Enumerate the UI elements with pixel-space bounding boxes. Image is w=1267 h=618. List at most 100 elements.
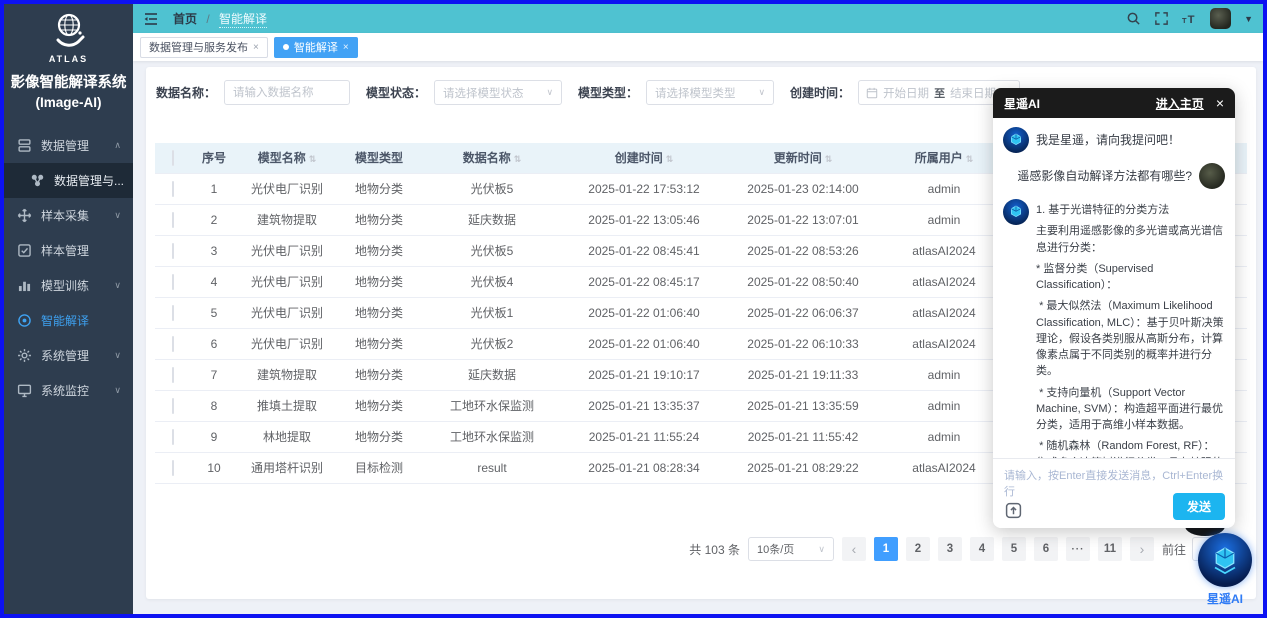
font-size-icon[interactable]: TT	[1182, 11, 1197, 26]
row-checkbox[interactable]	[172, 243, 174, 259]
table-cell: 光伏电厂识别	[237, 173, 337, 204]
table-cell: atlasAI2024	[881, 328, 1007, 359]
goto-label: 前往	[1162, 541, 1186, 558]
next-page-button[interactable]: ›	[1130, 537, 1154, 561]
table-cell: 地物分类	[337, 390, 421, 421]
sidebar-item-ai-interpret[interactable]: 智能解译	[4, 303, 133, 338]
page-button-6[interactable]: 6	[1034, 537, 1058, 561]
column-header[interactable]: 创建时间⇅	[563, 143, 725, 173]
row-checkbox[interactable]	[172, 429, 174, 445]
chevron-down-icon: ∨	[546, 87, 553, 98]
table-cell: admin	[881, 390, 1007, 421]
table-cell: 地物分类	[337, 297, 421, 328]
prev-page-button[interactable]: ‹	[842, 537, 866, 561]
column-header[interactable]: 更新时间⇅	[725, 143, 881, 173]
page-button-11[interactable]: 11	[1098, 537, 1122, 561]
row-checkbox[interactable]	[172, 305, 174, 321]
fullscreen-icon[interactable]	[1154, 11, 1169, 26]
chat-home-link[interactable]: 进入主页	[1156, 95, 1204, 112]
sort-icon[interactable]: ⇅	[825, 154, 833, 164]
table-cell: 2025-01-21 19:11:33	[725, 359, 881, 390]
model-status-select[interactable]: 请选择模型状态 ∨	[434, 80, 562, 105]
table-cell: 2025-01-21 08:29:22	[725, 452, 881, 483]
chat-input-area[interactable]: 请输入，按Enter直接发送消息，Ctrl+Enter换行 发送	[993, 458, 1235, 528]
message-text: 我是星遥，请向我提问吧！	[1036, 127, 1180, 153]
close-icon[interactable]: ×	[343, 42, 349, 53]
sidebar-item-data-service[interactable]: 数据管理与...	[4, 163, 133, 198]
close-icon[interactable]: ×	[253, 42, 259, 53]
table-cell: 建筑物提取	[237, 359, 337, 390]
chevron-down-icon: ∨	[758, 87, 765, 98]
page-button-3[interactable]: 3	[938, 537, 962, 561]
row-checkbox-cell	[155, 328, 191, 359]
filter-bar: 数据名称： 模型状态： 请选择模型状态 ∨ 模型类型： 请选择模型类型 ∨ 创建…	[156, 80, 1020, 105]
table-cell: 2	[191, 204, 237, 235]
select-all-checkbox[interactable]	[172, 150, 174, 166]
user-message: 遥感影像自动解译方法都有哪些?	[1003, 163, 1225, 189]
row-checkbox[interactable]	[172, 398, 174, 414]
upload-file-icon[interactable]	[1005, 502, 1022, 519]
table-cell: 10	[191, 452, 237, 483]
topbar-actions: TT ▼	[1126, 8, 1253, 29]
sidebar-item-model-train[interactable]: 模型训练∨	[4, 268, 133, 303]
table-cell: 4	[191, 266, 237, 297]
column-header[interactable]: 数据名称⇅	[421, 143, 563, 173]
row-checkbox[interactable]	[172, 212, 174, 228]
sidebar-item-sample-manage[interactable]: 样本管理	[4, 233, 133, 268]
user-avatar[interactable]	[1210, 8, 1231, 29]
sidebar-item-system-monitor[interactable]: 系统监控∨	[4, 373, 133, 408]
sidebar-item-system-manage[interactable]: 系统管理∨	[4, 338, 133, 373]
table-cell: 地物分类	[337, 328, 421, 359]
row-checkbox[interactable]	[172, 274, 174, 290]
table-cell: admin	[881, 204, 1007, 235]
table-cell: 2025-01-21 11:55:42	[725, 421, 881, 452]
caret-down-icon[interactable]: ▼	[1244, 14, 1253, 24]
page-button-5[interactable]: 5	[1002, 537, 1026, 561]
menu-collapse-icon[interactable]	[143, 11, 159, 27]
sort-icon[interactable]: ⇅	[666, 154, 674, 164]
sort-icon[interactable]: ⇅	[514, 154, 522, 164]
table-cell: 5	[191, 297, 237, 328]
tab-2[interactable]: 智能解译×	[274, 37, 358, 58]
table-cell: atlasAI2024	[881, 266, 1007, 297]
column-header[interactable]: 所属用户⇅	[881, 143, 1007, 173]
sidebar-item-label: 智能解译	[41, 312, 89, 329]
data-name-input[interactable]	[224, 80, 350, 105]
table-cell: admin	[881, 173, 1007, 204]
sidebar-item-label: 系统监控	[41, 382, 89, 399]
more-pages-button[interactable]: ···	[1066, 537, 1090, 561]
tab-1[interactable]: 数据管理与服务发布×	[140, 37, 268, 58]
sort-icon[interactable]: ⇅	[966, 154, 974, 164]
page-button-1[interactable]: 1	[874, 537, 898, 561]
bot-message: 我是星遥，请向我提问吧！	[1003, 127, 1225, 153]
send-button[interactable]: 发送	[1173, 493, 1225, 520]
close-icon[interactable]: ×	[1216, 96, 1224, 110]
breadcrumb-current[interactable]: 智能解译	[219, 12, 267, 28]
chat-header: 星遥AI 进入主页 ×	[993, 88, 1235, 118]
floating-ai-assistant[interactable]: 星遥AI	[1193, 533, 1257, 607]
app-title-line1: 影像智能解译系统	[4, 74, 133, 94]
column-header[interactable]: 模型名称⇅	[237, 143, 337, 173]
tab-bar: 数据管理与服务发布× 智能解译×	[133, 33, 1263, 61]
page-button-2[interactable]: 2	[906, 537, 930, 561]
page-button-4[interactable]: 4	[970, 537, 994, 561]
data-name-label: 数据名称：	[156, 84, 216, 101]
search-icon[interactable]	[1126, 11, 1141, 26]
breadcrumb-separator: /	[206, 12, 209, 26]
row-checkbox[interactable]	[172, 336, 174, 352]
sidebar-item-data-manage[interactable]: 数据管理∧	[4, 128, 133, 163]
row-checkbox[interactable]	[172, 181, 174, 197]
model-type-select[interactable]: 请选择模型类型 ∨	[646, 80, 774, 105]
row-checkbox[interactable]	[172, 460, 174, 476]
table-cell: 光伏板4	[421, 266, 563, 297]
page-size-select[interactable]: 10条/页∨	[748, 537, 834, 561]
chat-messages: 我是星遥，请向我提问吧！遥感影像自动解译方法都有哪些?1. 基于光谱特征的分类方…	[993, 118, 1235, 458]
row-checkbox[interactable]	[172, 367, 174, 383]
breadcrumb-home[interactable]: 首页	[173, 12, 197, 26]
column-header: 模型类型	[337, 143, 421, 173]
sort-icon[interactable]: ⇅	[309, 154, 317, 164]
table-cell: 工地环水保监测	[421, 421, 563, 452]
table-cell: 推填土提取	[237, 390, 337, 421]
pagination: 共 103 条10条/页∨‹123456···11›前往页	[689, 537, 1244, 561]
sidebar-item-sample-collect[interactable]: 样本采集∨	[4, 198, 133, 233]
